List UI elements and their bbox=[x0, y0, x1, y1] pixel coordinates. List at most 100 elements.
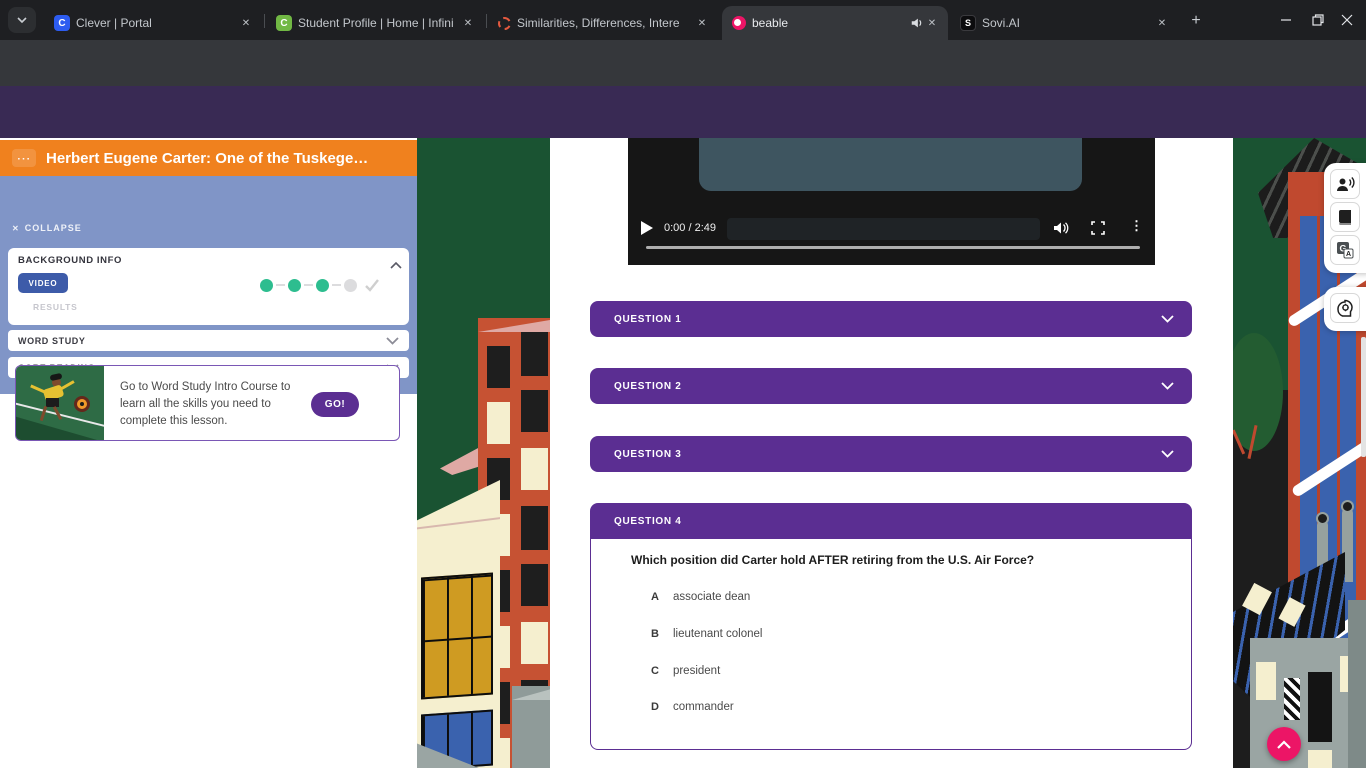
question-2-label: QUESTION 2 bbox=[614, 381, 682, 392]
progress-dot-done bbox=[260, 279, 273, 292]
play-icon bbox=[640, 220, 654, 236]
accessibility-rail: GA bbox=[1324, 163, 1366, 273]
question-4-prompt: Which position did Carter hold AFTER ret… bbox=[631, 553, 1034, 567]
window-close-button[interactable] bbox=[1328, 0, 1366, 40]
answer-option-c[interactable]: C president bbox=[651, 665, 720, 677]
option-letter: D bbox=[651, 701, 659, 713]
tab-clever-portal[interactable]: C Clever | Portal ✕ bbox=[44, 6, 262, 40]
collapse-label: COLLAPSE bbox=[25, 223, 82, 233]
word-study-dropdown[interactable]: WORD STUDY bbox=[8, 330, 409, 351]
progress-dot-done bbox=[288, 279, 301, 292]
book-icon bbox=[1337, 209, 1353, 226]
tab-audio-icon[interactable] bbox=[910, 16, 924, 30]
collapse-x-icon: ✕ bbox=[12, 224, 20, 233]
lesson-title: Herbert Eugene Carter: One of the Tuskeg… bbox=[46, 150, 405, 167]
scroll-to-top-button[interactable] bbox=[1267, 727, 1301, 761]
chevron-up-icon[interactable] bbox=[390, 256, 402, 274]
word-study-label: WORD STUDY bbox=[18, 336, 86, 346]
fullscreen-button[interactable] bbox=[1091, 221, 1105, 240]
tab-title: Similarities, Differences, Intere bbox=[517, 16, 688, 30]
video-slide bbox=[699, 138, 1082, 191]
tab-close-icon[interactable]: ✕ bbox=[1154, 15, 1170, 31]
illustration-cream-building bbox=[417, 480, 500, 768]
promo-text: Go to Word Study Intro Course to learn a… bbox=[104, 366, 319, 440]
tab-close-icon[interactable]: ✕ bbox=[238, 15, 254, 31]
soccer-ball bbox=[74, 396, 90, 412]
question-1-header[interactable]: QUESTION 1 bbox=[590, 301, 1192, 337]
video-player[interactable]: 0:00 / 2:49 ⋮ bbox=[628, 138, 1155, 265]
tab-search-button[interactable] bbox=[8, 7, 36, 33]
tab-close-icon[interactable]: ✕ bbox=[924, 15, 940, 31]
tab-beable-active[interactable]: beable ✕ bbox=[722, 6, 948, 40]
translate-icon: GA bbox=[1336, 241, 1354, 259]
tutor-rail bbox=[1324, 287, 1366, 331]
lesson-menu-button[interactable]: ⋯ bbox=[12, 149, 36, 167]
lesson-content: 0:00 / 2:49 ⋮ QUESTION 1 QUESTION 2 QUES… bbox=[550, 138, 1233, 768]
option-text: associate dean bbox=[673, 591, 750, 603]
new-tab-button[interactable]: + bbox=[1184, 9, 1208, 33]
translate-button[interactable]: GA bbox=[1330, 235, 1360, 265]
clever-favicon: C bbox=[54, 15, 70, 31]
volume-button[interactable] bbox=[1053, 220, 1069, 241]
question-3-label: QUESTION 3 bbox=[614, 449, 682, 460]
results-tab-button[interactable]: RESULTS bbox=[33, 302, 78, 312]
lesson-sidebar: ⋯ Herbert Eugene Carter: One of the Tusk… bbox=[0, 138, 417, 768]
lesson-title-bar: ⋯ Herbert Eugene Carter: One of the Tusk… bbox=[0, 140, 417, 176]
question-4-label: QUESTION 4 bbox=[614, 516, 682, 527]
option-text: lieutenant colonel bbox=[673, 628, 763, 640]
text-to-speech-icon bbox=[1336, 176, 1355, 193]
browser-toolbar: muscogee.login.beable.com/lesson/c4f4aa7… bbox=[0, 40, 1366, 86]
question-4-header[interactable]: QUESTION 4 bbox=[590, 503, 1192, 539]
progress-dot-done bbox=[316, 279, 329, 292]
answer-option-a[interactable]: A associate dean bbox=[651, 591, 750, 603]
dictionary-button[interactable] bbox=[1330, 202, 1360, 232]
tab-close-icon[interactable]: ✕ bbox=[694, 15, 710, 31]
tab-divider bbox=[486, 14, 487, 28]
background-info-title: BACKGROUND INFO bbox=[18, 255, 122, 266]
option-letter: B bbox=[651, 628, 659, 640]
tab-student-profile[interactable]: C Student Profile | Home | Infini ✕ bbox=[266, 6, 484, 40]
restore-icon bbox=[1312, 14, 1324, 26]
option-text: president bbox=[673, 665, 720, 677]
tab-similarities[interactable]: Similarities, Differences, Intere ✕ bbox=[488, 6, 718, 40]
lesson-nav-panel: ✕ COLLAPSE BACKGROUND INFO VIDEO RESULTS bbox=[0, 176, 417, 394]
illustration-gray-sliver bbox=[1348, 600, 1366, 768]
background-info-section: BACKGROUND INFO VIDEO RESULTS bbox=[8, 248, 409, 325]
scrollbar-thumb[interactable] bbox=[1361, 337, 1366, 457]
word-study-promo-card: Go to Word Study Intro Course to learn a… bbox=[15, 365, 400, 441]
tab-title: Sovi.AI bbox=[982, 16, 1148, 30]
progress-dots bbox=[260, 278, 380, 292]
think-helper-button[interactable] bbox=[1330, 293, 1360, 323]
close-icon bbox=[1341, 14, 1353, 26]
head-gear-icon bbox=[1336, 299, 1355, 318]
chevron-down-icon bbox=[16, 14, 28, 26]
question-4-body: Which position did Carter hold AFTER ret… bbox=[590, 539, 1192, 750]
play-button[interactable] bbox=[640, 220, 654, 241]
video-tab-button[interactable]: VIDEO bbox=[18, 273, 68, 293]
tab-title: Student Profile | Home | Infini bbox=[298, 16, 454, 30]
video-menu-button[interactable]: ⋮ bbox=[1130, 218, 1143, 234]
minimize-icon bbox=[1280, 14, 1292, 26]
answer-option-d[interactable]: D commander bbox=[651, 701, 734, 713]
go-button[interactable]: GO! bbox=[311, 392, 359, 417]
text-to-speech-button[interactable] bbox=[1330, 169, 1360, 199]
video-progress-bar[interactable] bbox=[646, 246, 1140, 249]
fullscreen-icon bbox=[1091, 221, 1105, 235]
tab-close-icon[interactable]: ✕ bbox=[460, 15, 476, 31]
browser-tab-strip: C Clever | Portal ✕ C Student Profile | … bbox=[0, 0, 1366, 40]
chevron-down-icon bbox=[1161, 382, 1174, 390]
answer-option-b[interactable]: B lieutenant colonel bbox=[651, 628, 762, 640]
progress-dot-pending bbox=[344, 279, 357, 292]
question-2-header[interactable]: QUESTION 2 bbox=[590, 368, 1192, 404]
soccer-illustration bbox=[16, 366, 104, 440]
beable-header: beable MUSCOGEE COUNTY SCHOOL DISTRICT ?… bbox=[0, 86, 1366, 138]
option-text: commander bbox=[673, 701, 734, 713]
infinite-campus-favicon: C bbox=[276, 15, 292, 31]
chevron-down-icon bbox=[1161, 315, 1174, 323]
question-3-header[interactable]: QUESTION 3 bbox=[590, 436, 1192, 472]
video-buffer-bar[interactable] bbox=[727, 218, 1040, 240]
video-time: 0:00 / 2:49 bbox=[664, 222, 716, 234]
tab-sovi-ai[interactable]: S Sovi.AI ✕ bbox=[950, 6, 1178, 40]
chevron-up-icon bbox=[1277, 740, 1291, 749]
collapse-button[interactable]: ✕ COLLAPSE bbox=[12, 223, 82, 233]
